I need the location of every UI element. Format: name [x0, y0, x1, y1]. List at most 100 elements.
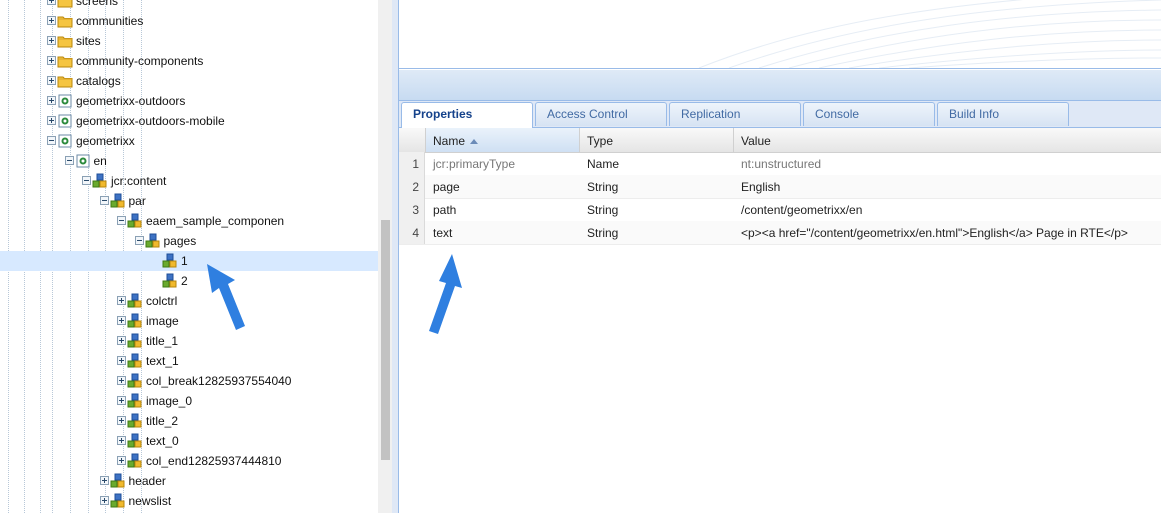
tree-node-label: header	[128, 474, 166, 488]
tree-node[interactable]: text_0	[0, 431, 378, 451]
node-icon	[127, 433, 143, 449]
tree-node[interactable]: pages	[0, 231, 378, 251]
expand-plus-icon[interactable]	[117, 336, 126, 345]
cell-type[interactable]: String	[587, 226, 618, 240]
tree-node[interactable]: newslist	[0, 491, 378, 511]
node-icon	[127, 333, 143, 349]
expand-plus-icon[interactable]	[47, 76, 56, 85]
tree-node-label: communities	[76, 14, 144, 28]
expand-plus-icon[interactable]	[117, 456, 126, 465]
cell-type[interactable]: Name	[587, 157, 619, 171]
node-icon	[127, 453, 143, 469]
tree-node[interactable]: jcr:content	[0, 171, 378, 191]
tree-node-label: image_0	[146, 394, 193, 408]
node-icon	[127, 393, 143, 409]
node-icon	[110, 493, 126, 509]
cell-value[interactable]: <p><a href="/content/geometrixx/en.html"…	[741, 226, 1128, 240]
tree-node[interactable]: title_1	[0, 331, 378, 351]
panel-splitter[interactable]	[392, 0, 399, 513]
expand-plus-icon[interactable]	[117, 356, 126, 365]
collapse-minus-icon[interactable]	[134, 236, 144, 245]
expand-plus-icon[interactable]	[47, 116, 56, 125]
cell-type[interactable]: String	[587, 180, 618, 194]
tree-node[interactable]: title_2	[0, 411, 378, 431]
expand-plus-icon[interactable]	[47, 96, 56, 105]
folder-icon	[57, 33, 73, 49]
row-number: 4	[399, 221, 425, 244]
tree-node[interactable]: screens	[0, 0, 378, 11]
tree-node[interactable]: image	[0, 311, 378, 331]
tree-node[interactable]: col_end12825937444810	[0, 451, 378, 471]
tree-node[interactable]: par	[0, 191, 378, 211]
node-icon	[127, 413, 143, 429]
folder-icon	[57, 0, 73, 9]
tree-node-label: colctrl	[146, 294, 178, 308]
page-icon	[57, 93, 73, 109]
table-row[interactable]: 4 text String <p><a href="/content/geometri…	[399, 221, 1161, 245]
tree-node[interactable]: geometrixx	[0, 131, 378, 151]
tab-console[interactable]: Console	[803, 102, 935, 126]
collapse-minus-icon[interactable]	[47, 136, 56, 145]
tree-node[interactable]: sites	[0, 31, 378, 51]
expand-plus-icon[interactable]	[117, 436, 126, 445]
pointer-arrow-shape	[429, 254, 462, 334]
tree-node[interactable]: geometrixx-outdoors	[0, 91, 378, 111]
cell-type[interactable]: String	[587, 203, 618, 217]
expand-plus-icon[interactable]	[117, 296, 126, 305]
expand-plus-icon[interactable]	[117, 376, 126, 385]
cell-value[interactable]: /content/geometrixx/en	[741, 203, 862, 217]
folder-icon	[57, 53, 73, 69]
cell-value[interactable]: English	[741, 180, 780, 194]
tree-node[interactable]: colctrl	[0, 291, 378, 311]
tree-node[interactable]: 2	[0, 271, 378, 291]
expand-plus-icon[interactable]	[47, 56, 56, 65]
page-icon	[57, 133, 73, 149]
column-header-value-label: Value	[741, 134, 771, 148]
tree-node[interactable]: geometrixx-outdoors-mobile	[0, 111, 378, 131]
expand-plus-icon[interactable]	[99, 476, 109, 485]
column-header-value[interactable]: Value	[734, 128, 1161, 152]
collapse-minus-icon[interactable]	[117, 216, 126, 225]
tree-node[interactable]: 1	[0, 251, 378, 271]
blue-pointer-arrow-icon	[207, 264, 245, 330]
tree-node[interactable]: image_0	[0, 391, 378, 411]
expand-plus-icon[interactable]	[117, 396, 126, 405]
expand-plus-icon[interactable]	[117, 416, 126, 425]
tree-node[interactable]: en	[0, 151, 378, 171]
table-row[interactable]: 3 path String/content/geometrixx/en	[399, 198, 1161, 222]
tree-node[interactable]: eaem_sample_componen	[0, 211, 378, 231]
expand-plus-icon[interactable]	[117, 316, 126, 325]
tree-node[interactable]: text_1	[0, 351, 378, 371]
node-icon	[127, 313, 143, 329]
column-header-name[interactable]: Name	[426, 128, 580, 152]
panel-header-strip	[399, 70, 1161, 101]
tree-node[interactable]: catalogs	[0, 71, 378, 91]
cell-name[interactable]: path	[433, 203, 456, 217]
column-header-type[interactable]: Type	[580, 128, 734, 152]
tab-replication[interactable]: Replication	[669, 102, 801, 126]
expand-plus-icon[interactable]	[47, 36, 56, 45]
cell-name[interactable]: page	[433, 180, 460, 194]
table-row[interactable]: 1 jcr:primaryType Name nt:unstructured	[399, 152, 1161, 176]
tab-build-info[interactable]: Build Info	[937, 102, 1069, 126]
expand-plus-icon[interactable]	[47, 16, 56, 25]
tree-node[interactable]: col_break12825937554040	[0, 371, 378, 391]
cell-value[interactable]: nt:unstructured	[741, 157, 821, 171]
page-icon	[57, 113, 73, 129]
collapse-minus-icon[interactable]	[82, 176, 91, 185]
expand-plus-icon[interactable]	[99, 496, 109, 505]
tab-access-control[interactable]: Access Control	[535, 102, 667, 126]
cell-name[interactable]: jcr:primaryType	[433, 157, 515, 171]
node-icon	[110, 473, 126, 489]
expand-plus-icon[interactable]	[47, 0, 56, 5]
preview-decoration	[698, 0, 1161, 68]
collapse-minus-icon[interactable]	[64, 156, 74, 165]
tree-node[interactable]: community-components	[0, 51, 378, 71]
table-row[interactable]: 2 page String English	[399, 175, 1161, 199]
cell-name[interactable]: text	[433, 226, 452, 240]
tree-scrollbar-thumb[interactable]	[381, 220, 390, 460]
tree-node[interactable]: communities	[0, 11, 378, 31]
tab-properties[interactable]: Properties	[401, 102, 533, 128]
collapse-minus-icon[interactable]	[99, 196, 109, 205]
tree-node[interactable]: header	[0, 471, 378, 491]
